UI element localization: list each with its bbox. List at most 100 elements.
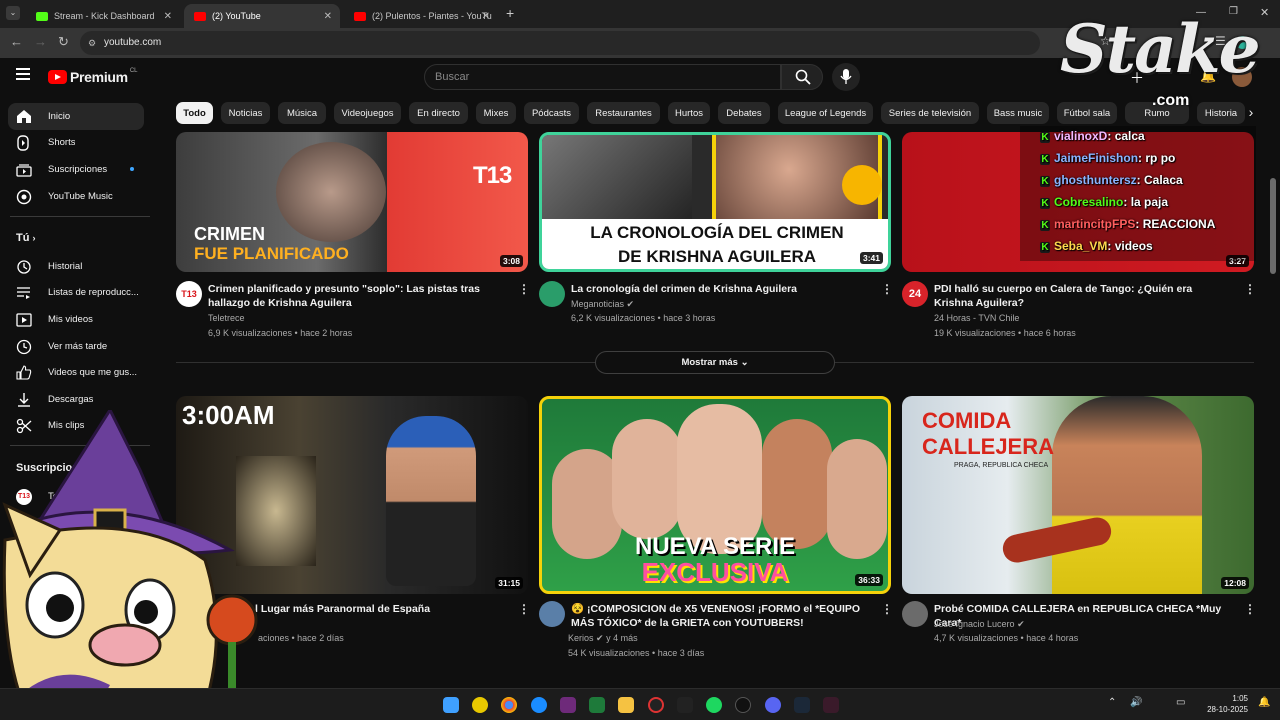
chip-podcasts[interactable]: Pódcasts — [524, 102, 579, 124]
youtube-logo[interactable]: Premium CL — [48, 68, 137, 85]
channel-avatar[interactable] — [539, 281, 565, 307]
sidebar-item-ver-mas-tarde[interactable]: Ver más tarde — [8, 333, 144, 360]
chip-mixes[interactable]: Mixes — [476, 102, 516, 124]
new-tab-button[interactable]: + — [506, 5, 514, 21]
video-title[interactable]: l Lugar más Paranormal de España — [255, 602, 515, 616]
more-options-icon[interactable]: ⋮ — [518, 282, 530, 296]
chip-series-television[interactable]: Series de televisión — [881, 102, 979, 124]
chrome-icon[interactable] — [501, 697, 517, 713]
url-field[interactable]: ⚙ youtube.com — [80, 31, 1040, 55]
back-icon[interactable]: ← — [10, 34, 23, 49]
tab-pulentos[interactable]: (2) Pulentos - Piantes - YouTube ✕ — [344, 4, 498, 28]
video-title[interactable]: La cronología del crimen de Krishna Agui… — [571, 282, 871, 296]
voice-search-button[interactable] — [832, 63, 860, 91]
more-options-icon[interactable]: ⋮ — [518, 602, 530, 616]
volume-icon[interactable]: 🔊 — [1130, 697, 1142, 708]
more-options-icon[interactable]: ⋮ — [881, 282, 893, 296]
channel-name[interactable]: 24 Horas - TVN Chile — [934, 311, 1019, 325]
search-input[interactable]: Buscar — [424, 64, 781, 90]
verified-icon: ✔ — [596, 633, 604, 643]
spotify-icon[interactable] — [706, 697, 722, 713]
chip-restaurantes[interactable]: Restaurantes — [587, 102, 660, 124]
app-icon[interactable] — [472, 697, 488, 713]
channel-avatar[interactable] — [539, 601, 565, 627]
sidebar-item-shorts[interactable]: Shorts — [8, 129, 144, 156]
app-icon[interactable] — [589, 697, 605, 713]
chip-futbol-sala[interactable]: Fútbol sala — [1057, 102, 1117, 124]
app-icon[interactable] — [560, 697, 576, 713]
chip-debates[interactable]: Debates — [718, 102, 770, 124]
video-stats: 6,9 K visualizaciones • hace 2 horas — [208, 328, 353, 338]
sidebar-item-descargas[interactable]: Descargas — [8, 386, 144, 413]
search-button[interactable] — [781, 64, 823, 90]
sidebar-item-mis-videos[interactable]: Mis videos — [8, 306, 144, 333]
sidebar-item-suscripciones[interactable]: Suscripciones — [8, 156, 144, 183]
chips-next-arrow[interactable]: › — [1242, 102, 1260, 124]
sidebar-item-videos-me-gustan[interactable]: Videos que me gus... — [8, 359, 144, 386]
video-stats: 54 K visualizaciones • hace 3 días — [568, 648, 705, 658]
chip-league-of-legends[interactable]: League of Legends — [778, 102, 873, 124]
chat-message: Kghosthuntersz: Calaca — [1040, 173, 1183, 187]
channel-name[interactable]: Jose Ignacio Lucero ✔ — [934, 617, 1025, 631]
chip-hurtos[interactable]: Hurtos — [668, 102, 710, 124]
chip-videojuegos[interactable]: Videojuegos — [334, 102, 401, 124]
close-icon[interactable]: ✕ — [482, 11, 490, 22]
more-options-icon[interactable]: ⋮ — [1244, 602, 1256, 616]
chip-noticias[interactable]: Noticias — [221, 102, 270, 124]
chip-todo[interactable]: Todo — [176, 102, 213, 124]
close-icon[interactable]: ✕ — [164, 11, 172, 22]
chevron-up-icon[interactable]: ⌃ — [1108, 697, 1116, 708]
tab-youtube[interactable]: (2) YouTube ✕ — [184, 4, 340, 28]
steam-icon[interactable] — [794, 697, 810, 713]
file-explorer-icon[interactable] — [618, 697, 634, 713]
show-more-button[interactable]: Mostrar más ⌄ — [595, 351, 835, 374]
notification-bell-icon[interactable]: 🔔 — [1258, 697, 1270, 708]
hamburger-menu-icon[interactable] — [16, 68, 30, 80]
sidebar-item-youtube-music[interactable]: YouTube Music — [8, 183, 144, 210]
video-thumbnail[interactable]: NUEVA SERIE EXCLUSIVA 36:33 — [539, 396, 891, 594]
tab-search-button[interactable]: ⌄ — [6, 6, 20, 20]
channel-avatar[interactable]: T13 — [176, 281, 202, 307]
video-title[interactable]: Crimen planificado y presunto "soplo": L… — [208, 282, 508, 310]
video-thumbnail[interactable]: T13 CRIMEN FUE PLANIFICADO 3:08 — [176, 132, 528, 272]
page-scrollbar[interactable] — [1270, 178, 1276, 274]
video-title[interactable]: PDI halló su cuerpo en Calera de Tango: … — [934, 282, 1234, 310]
video-thumbnail[interactable]: LA CRONOLOGÍA DEL CRIMEN DE KRISHNA AGUI… — [539, 132, 891, 272]
channel-avatar[interactable]: 24 — [902, 281, 928, 307]
chip-historia[interactable]: Historia — [1197, 102, 1245, 124]
discord-icon[interactable] — [765, 697, 781, 713]
sidebar-item-listas[interactable]: Listas de reproducc... — [8, 279, 144, 306]
channel-name[interactable]: Meganoticias ✔ — [571, 297, 634, 311]
channel-name[interactable]: Kerios ✔ y 4 más — [568, 631, 638, 645]
emoji-icon — [842, 165, 882, 205]
capcut-icon[interactable] — [677, 697, 693, 713]
channel-avatar[interactable] — [902, 601, 928, 627]
video-thumbnail[interactable]: COMIDA CALLEJERA PRAGA, REPUBLICA CHECA … — [902, 396, 1254, 594]
chip-musica[interactable]: Música — [278, 102, 326, 124]
close-icon[interactable]: ✕ — [324, 11, 332, 22]
obs-icon[interactable] — [648, 697, 664, 713]
window-close-button[interactable]: ✕ — [1260, 6, 1269, 19]
taskbar-clock[interactable]: 1:05 28-10-2025 — [1204, 693, 1248, 715]
site-info-icon[interactable]: ⚙ — [88, 31, 96, 55]
more-options-icon[interactable]: ⋮ — [1244, 282, 1256, 296]
app-icon[interactable] — [735, 697, 751, 713]
person-image — [677, 404, 762, 554]
video-title[interactable]: 😵 ¡COMPOSICION de X5 VENENOS! ¡FORMO el … — [571, 602, 871, 630]
chip-en-directo[interactable]: En directo — [409, 102, 468, 124]
sidebar-you-heading[interactable]: Tú › — [16, 232, 36, 244]
windows-start-icon[interactable] — [443, 697, 459, 713]
youtube-icon — [194, 11, 206, 21]
app-icon[interactable] — [823, 697, 839, 713]
reload-icon[interactable]: ↻ — [58, 34, 69, 50]
app-icon[interactable] — [531, 697, 547, 713]
more-options-icon[interactable]: ⋮ — [881, 602, 893, 616]
tab-kick-dashboard[interactable]: Stream - Kick Dashboard ✕ — [26, 4, 180, 28]
sidebar-item-historial[interactable]: Historial — [8, 253, 144, 280]
channel-name[interactable]: Teletrece — [208, 311, 245, 325]
chip-bass-music[interactable]: Bass music — [987, 102, 1049, 124]
kick-badge-icon: K — [1040, 220, 1050, 231]
network-icon[interactable]: ▭ — [1176, 697, 1185, 708]
forward-icon[interactable]: → — [34, 34, 47, 49]
sidebar-item-inicio[interactable]: Inicio — [8, 103, 144, 130]
